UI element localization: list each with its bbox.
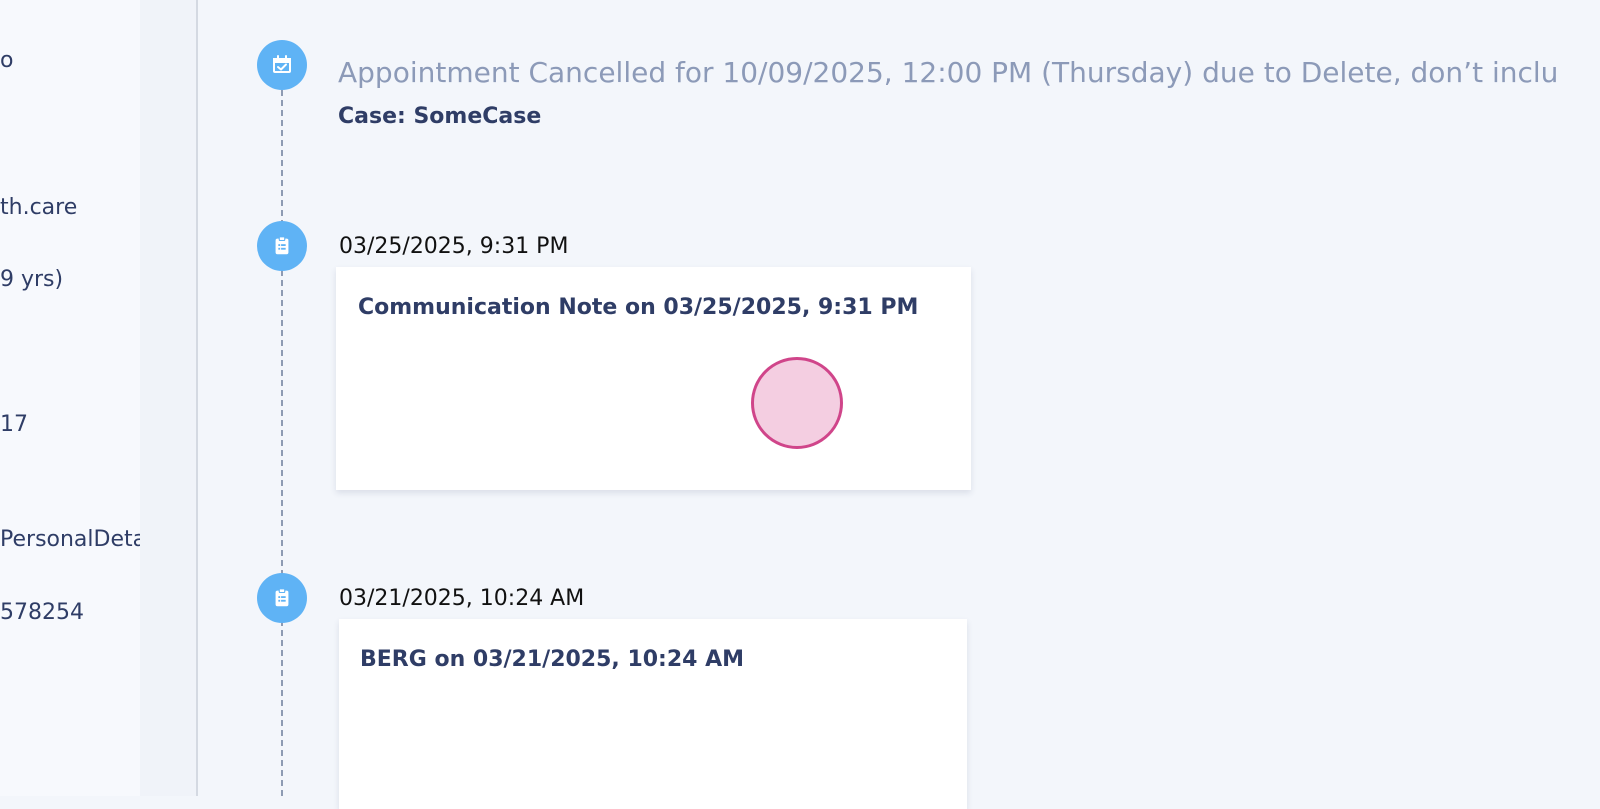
clipboard-icon <box>275 588 289 607</box>
berg-title[interactable]: BERG on 03/21/2025, 10:24 AM <box>360 647 744 672</box>
patient-phone-fragment: 578254 <box>0 600 84 625</box>
appointment-case-label: Case: SomeCase <box>338 104 542 129</box>
patient-field-fragment: o <box>0 48 14 73</box>
cursor-indicator <box>751 357 843 449</box>
berg-timestamp: 03/21/2025, 10:24 AM <box>339 586 585 611</box>
calendar-check-icon <box>273 55 291 73</box>
appointment-event-title: Appointment Cancelled for 10/09/2025, 12… <box>338 56 1559 89</box>
patient-age-fragment: 9 yrs) <box>0 267 64 292</box>
timeline-connector <box>281 80 283 796</box>
patient-email-fragment: th.care <box>0 195 78 220</box>
patient-info-panel: o th.care 9 yrs) 17 PersonalDetails 5782… <box>0 0 170 796</box>
berg-card[interactable]: BERG on 03/21/2025, 10:24 AM <box>339 619 967 809</box>
communication-note-title[interactable]: Communication Note on 03/25/2025, 9:31 P… <box>358 295 918 320</box>
timeline-node-berg <box>257 573 307 623</box>
timeline-node-appointment <box>257 40 307 90</box>
panel-gutter <box>140 0 196 796</box>
timeline-node-communication-note <box>257 221 307 271</box>
panel-divider <box>196 0 198 796</box>
clipboard-icon <box>275 236 289 255</box>
communication-note-card[interactable]: Communication Note on 03/25/2025, 9:31 P… <box>336 267 971 490</box>
patient-field-fragment: 17 <box>0 412 28 437</box>
communication-note-timestamp: 03/25/2025, 9:31 PM <box>339 234 569 259</box>
